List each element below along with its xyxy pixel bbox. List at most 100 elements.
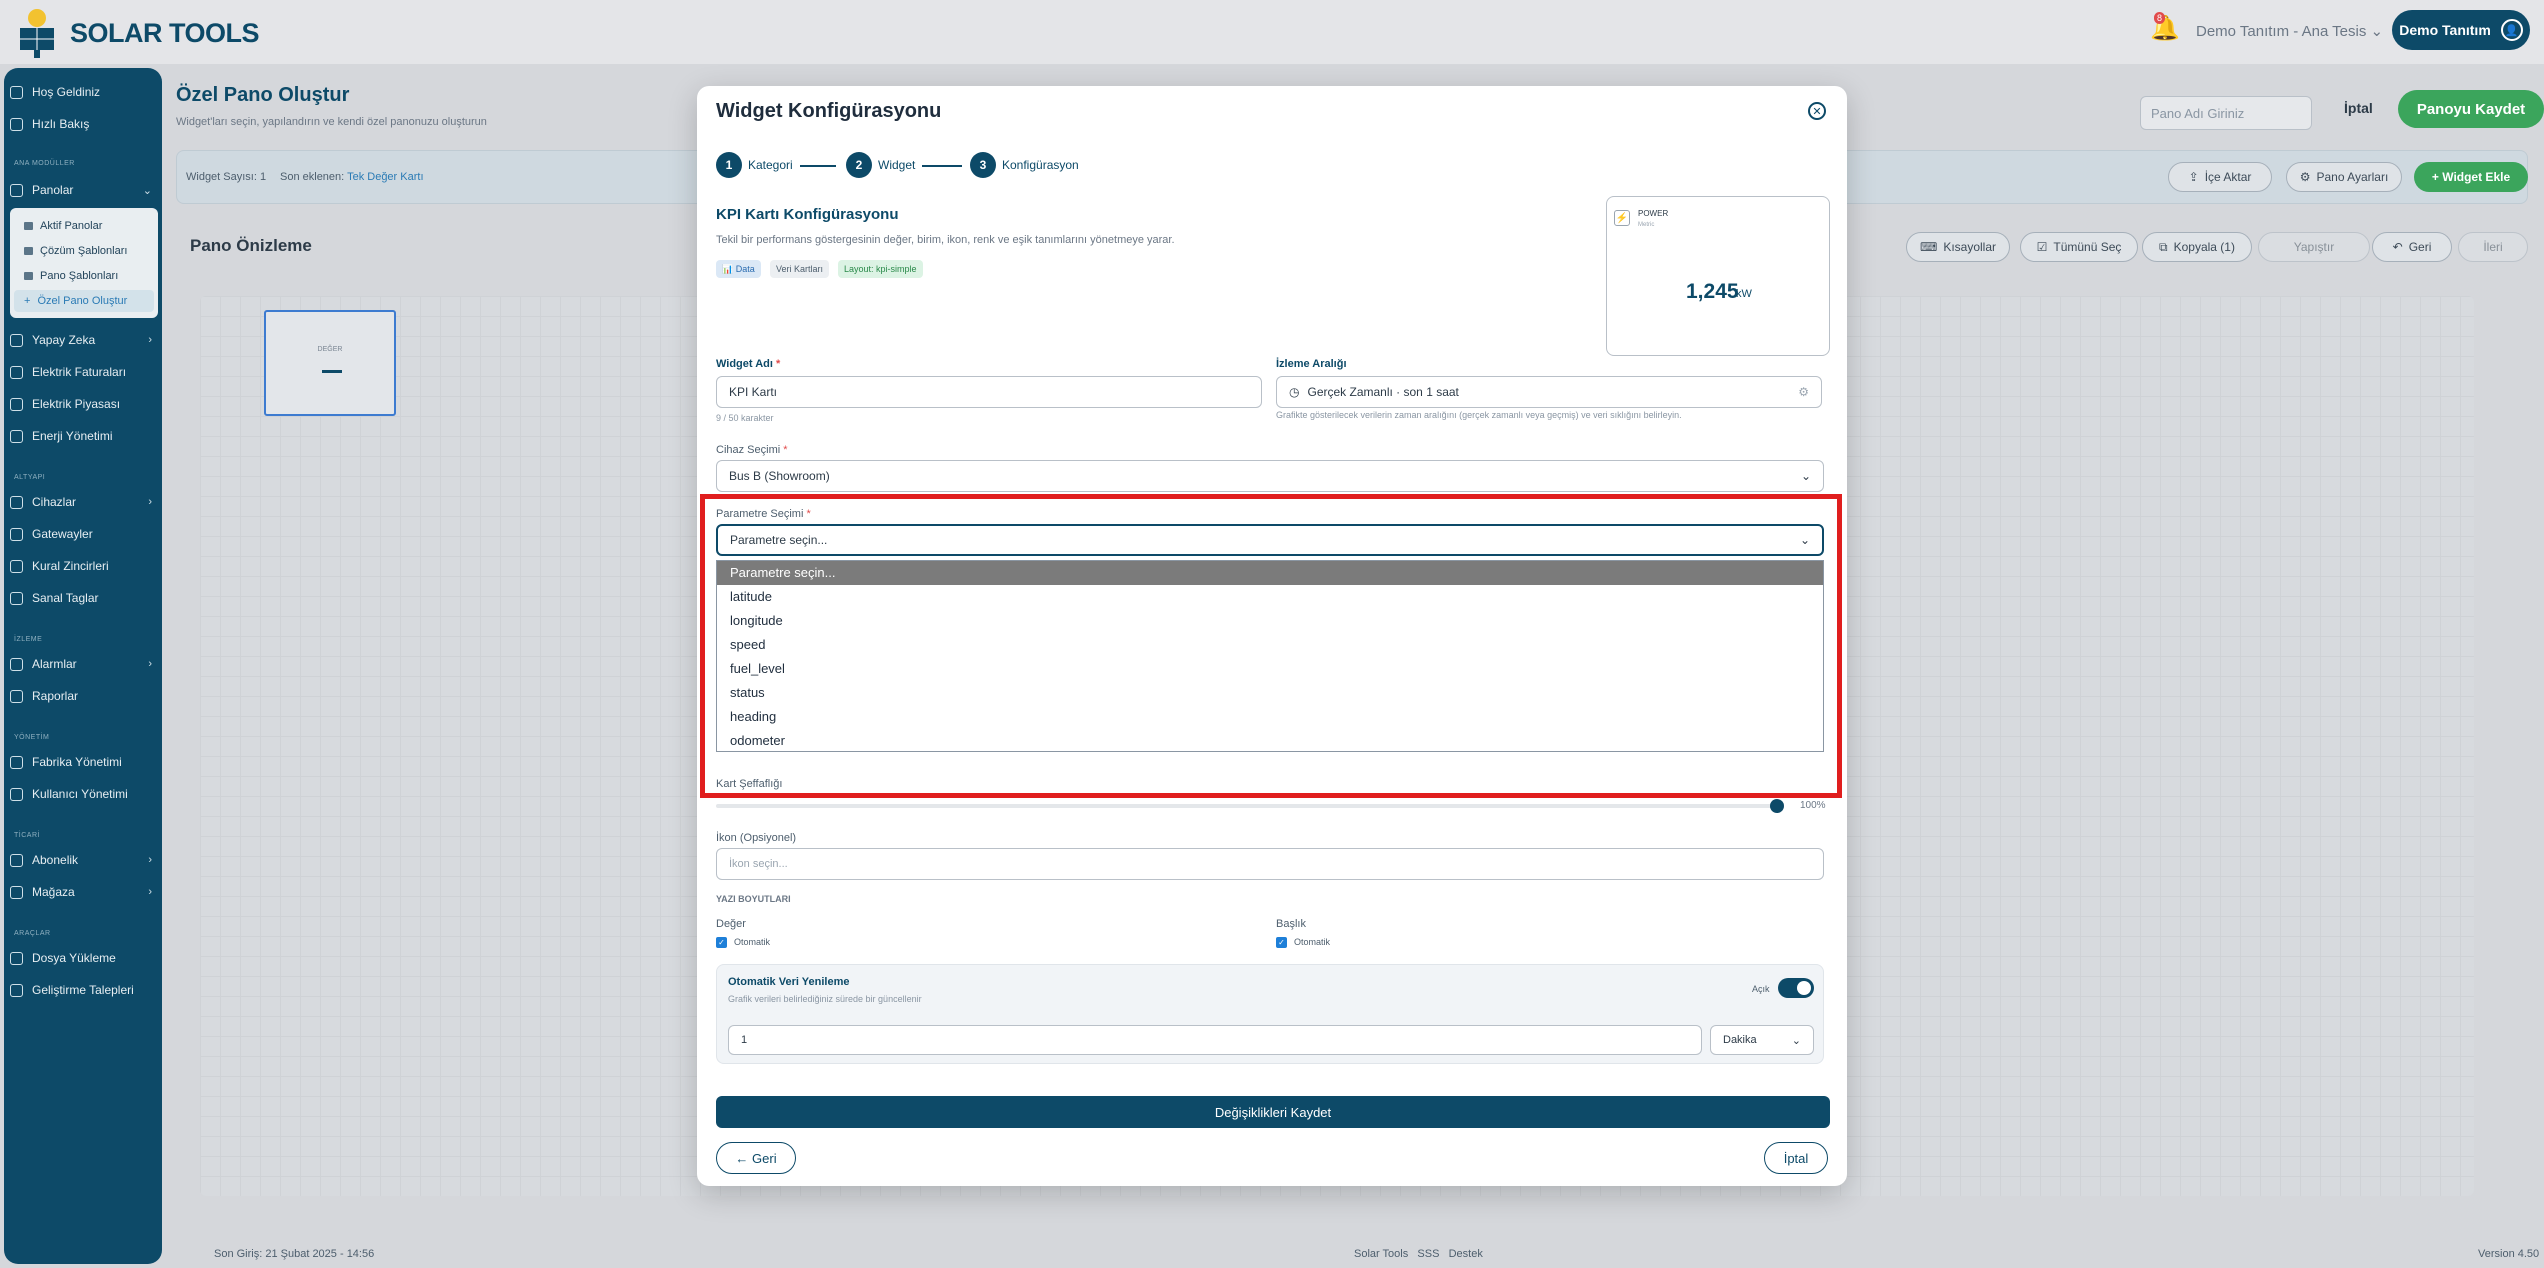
sidebar-item-factory[interactable]: Fabrika Yönetimi <box>10 750 152 774</box>
chevron-right-icon: › <box>148 658 152 670</box>
preview-title: Pano Önizleme <box>190 236 312 255</box>
sidebar-item-devices[interactable]: Cihazlar › <box>10 490 152 514</box>
copy-button[interactable]: ⧉ Kopyala (1) <box>2142 232 2252 262</box>
widget-name-input[interactable]: KPI Kartı <box>716 376 1262 408</box>
select-all-button[interactable]: ☑ Tümünü Seç <box>2020 232 2138 262</box>
report-icon <box>10 689 23 703</box>
close-icon[interactable]: ✕ <box>1808 102 1826 120</box>
modal-cancel-button[interactable]: İptal <box>1764 1142 1828 1174</box>
last-login: Son Giriş: 21 Şubat 2025 - 14:56 <box>214 1248 375 1260</box>
import-button[interactable]: ⇪ İçe Aktar <box>2168 162 2272 192</box>
sidebar-item-energy[interactable]: Enerji Yönetimi <box>10 424 152 448</box>
refresh-desc: Grafik verileri belirlediğiniz sürede bi… <box>728 994 922 1004</box>
opacity-slider-track[interactable] <box>716 804 1776 808</box>
submenu-label: Aktif Panolar <box>40 220 103 232</box>
canvas-widget[interactable]: DEĞER <box>264 310 396 416</box>
value-auto-checkbox[interactable]: ✓ <box>716 937 727 948</box>
icon-input[interactable]: İkon seçin... <box>716 848 1824 880</box>
shortcuts-button[interactable]: ⌨ Kısayollar <box>1906 232 2010 262</box>
facility-selector[interactable]: Demo Tanıtım - Ana Tesis ⌄ <box>2196 22 2383 40</box>
server-icon <box>10 527 23 541</box>
sidebar-item-alarms[interactable]: Alarmlar › <box>10 652 152 676</box>
submenu-solution-templates[interactable]: Çözüm Şablonları <box>24 245 127 257</box>
settings-label: Pano Ayarları <box>2316 170 2389 184</box>
ai-icon <box>10 333 23 347</box>
panel-name-input[interactable]: Pano Adı Giriniz <box>2140 96 2312 130</box>
preview-label: POWER <box>1638 209 1669 218</box>
sidebar-item-requests[interactable]: Geliştirme Talepleri <box>10 978 152 1002</box>
code-icon <box>10 983 23 997</box>
sidebar-item-store[interactable]: Mağaza › <box>10 880 152 904</box>
step-1-circle[interactable]: 1 <box>716 152 742 178</box>
paste-button[interactable]: Yapıştır <box>2258 232 2370 262</box>
tag-category: Veri Kartları <box>770 260 830 278</box>
device-value: Bus B (Showroom) <box>729 469 830 483</box>
bolt-icon <box>10 853 23 867</box>
submenu-label: Özel Pano Oluştur <box>37 295 128 307</box>
sidebar-section-infra: ALTYAPI <box>14 474 46 481</box>
sliders-icon <box>10 429 23 443</box>
sidebar-item-label: Enerji Yönetimi <box>32 429 113 443</box>
footer-links: Solar Tools SSS Destek <box>1354 1248 1483 1260</box>
sidebar-item-label: Sanal Taglar <box>32 591 99 605</box>
forward-label: İleri <box>2483 240 2503 254</box>
undo-icon: ↶ <box>2392 240 2403 254</box>
sidebar-item-label: Raporlar <box>32 689 79 703</box>
footer-support-link[interactable]: Destek <box>1449 1248 1483 1260</box>
sidebar-item-gateways[interactable]: Gatewayler <box>10 522 152 546</box>
submenu-active-panels[interactable]: Aktif Panolar <box>24 220 102 232</box>
refresh-unit-select[interactable]: Dakika ⌄ <box>1710 1025 1814 1055</box>
step-1-label: Kategori <box>748 158 793 172</box>
device-select[interactable]: Bus B (Showroom) ⌄ <box>716 460 1824 492</box>
user-menu-button[interactable]: Demo Tanıtım 👤 <box>2392 10 2530 50</box>
footer-brand[interactable]: Solar Tools <box>1354 1248 1408 1260</box>
save-changes-button[interactable]: Değişiklikleri Kaydet <box>716 1096 1830 1128</box>
opacity-slider-handle[interactable] <box>1770 799 1784 813</box>
title-auto-label: Otomatik <box>1294 937 1331 947</box>
sidebar-item-upload[interactable]: Dosya Yükleme <box>10 946 152 970</box>
sidebar-item-reports[interactable]: Raporlar <box>10 684 152 708</box>
cancel-button[interactable]: İptal <box>2344 100 2373 116</box>
sidebar-item-rules[interactable]: Kural Zincirleri <box>10 554 152 578</box>
last-added: Son eklenen: Tek Değer Kartı <box>280 171 424 183</box>
sidebar-item-users[interactable]: Kullanıcı Yönetimi <box>10 782 152 806</box>
upload-icon <box>10 951 23 965</box>
submenu-label: Pano Şablonları <box>40 270 119 282</box>
sidebar-item-subscription[interactable]: Abonelik › <box>10 848 152 872</box>
interval-selector[interactable]: ◷ Gerçek Zamanlı · son 1 saat ⚙ <box>1276 376 1822 408</box>
refresh-toggle[interactable] <box>1778 978 1814 998</box>
add-widget-button[interactable]: + Widget Ekle <box>2414 162 2528 192</box>
select-all-label: Tümünü Seç <box>2053 240 2122 254</box>
sidebar-item-overview[interactable]: Hızlı Bakış <box>10 112 152 136</box>
sidebar-item-ai[interactable]: Yapay Zeka › <box>10 328 152 352</box>
forward-button[interactable]: İleri <box>2458 232 2528 262</box>
preview-value: 1,245 <box>1686 280 1739 303</box>
tag-layout: Layout: kpi-simple <box>838 260 923 278</box>
device-label: Cihaz Seçimi * <box>716 444 788 456</box>
check-icon: ☑ <box>2036 240 2048 254</box>
page-subtitle: Widget'ları seçin, yapılandırın ve kendi… <box>176 116 487 128</box>
save-panel-button[interactable]: Panoyu Kaydet <box>2398 90 2544 128</box>
refresh-title: Otomatik Veri Yenileme <box>728 976 850 988</box>
title-auto-checkbox[interactable]: ✓ <box>1276 937 1287 948</box>
chevron-down-icon: ⌄ <box>1800 469 1811 483</box>
dashboard-icon <box>10 183 23 197</box>
submenu-panel-templates[interactable]: Pano Şablonları <box>24 270 118 282</box>
sidebar-item-tags[interactable]: Sanal Taglar <box>10 586 152 610</box>
modal-back-button[interactable]: ← Geri <box>716 1142 796 1174</box>
step-3-circle[interactable]: 3 <box>970 152 996 178</box>
sidebar-item-invoices[interactable]: Elektrik Faturaları <box>10 360 152 384</box>
submenu-custom-panel[interactable]: + Özel Pano Oluştur <box>24 295 127 307</box>
chevron-down-icon: ⌄ <box>142 184 152 197</box>
sidebar-item-panels[interactable]: Panolar ⌄ <box>10 178 152 202</box>
footer-faq-link[interactable]: SSS <box>1417 1248 1439 1260</box>
panel-settings-button[interactable]: ⚙ Pano Ayarları <box>2286 162 2402 192</box>
sidebar-item-welcome[interactable]: Hoş Geldiniz <box>10 80 152 104</box>
sidebar-item-market[interactable]: Elektrik Piyasası <box>10 392 152 416</box>
interval-label: İzleme Aralığı <box>1276 358 1347 370</box>
back-button[interactable]: ↶ Geri <box>2372 232 2452 262</box>
refresh-interval-input[interactable]: 1 <box>728 1025 1702 1055</box>
step-2-circle[interactable]: 2 <box>846 152 872 178</box>
star-icon <box>10 85 23 99</box>
sidebar-item-label: Yapay Zeka <box>32 333 96 347</box>
